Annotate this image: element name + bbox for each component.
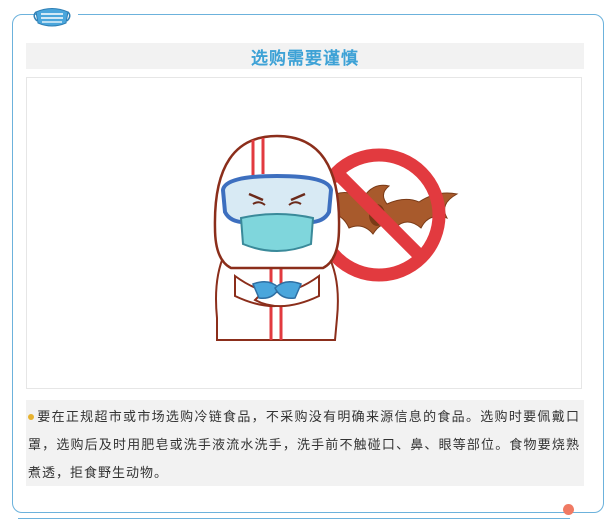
protective-suit-figure <box>213 134 341 341</box>
face-mask-icon <box>33 8 71 27</box>
section-title-bar: 选购需要谨慎 <box>26 43 584 69</box>
illustration-panel <box>26 77 582 389</box>
bottom-divider <box>18 518 570 519</box>
protective-suit-illustration <box>213 134 459 341</box>
bullet-dot-icon <box>28 413 34 420</box>
body-paragraph-panel: 要在正规超市或市场选购冷链食品，不采购没有明确来源信息的食品。选购时要佩戴口罩，… <box>26 400 584 486</box>
corner-dot-decoration <box>563 504 574 515</box>
body-paragraph: 要在正规超市或市场选购冷链食品，不采购没有明确来源信息的食品。选购时要佩戴口罩，… <box>28 410 580 481</box>
section-title: 选购需要谨慎 <box>251 48 359 69</box>
